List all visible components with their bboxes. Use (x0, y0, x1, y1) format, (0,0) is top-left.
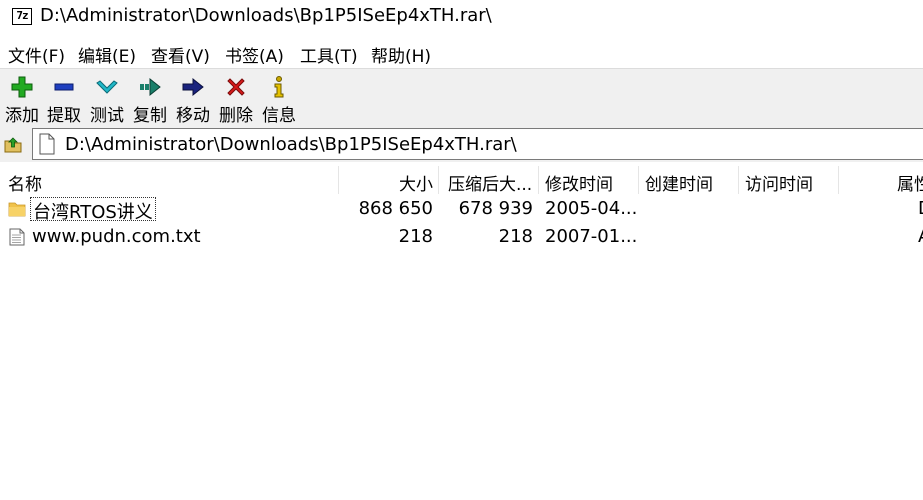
column-header-packed-size[interactable]: 压缩后大... (448, 170, 532, 195)
toolbar: 添加 提取 测试 复制 移动 删除 信息 (0, 68, 923, 126)
extract-label: 提取 (47, 106, 81, 126)
column-header-attributes[interactable]: 属性 (897, 170, 923, 195)
column-header-row: 名称 大小 压缩后大... 修改时间 创建时间 访问时间 属性 (0, 164, 923, 196)
column-header-size[interactable]: 大小 (340, 170, 433, 195)
copy-label: 复制 (133, 106, 167, 126)
file-name: 台湾RTOS讲义 (33, 202, 153, 223)
info-icon (274, 76, 284, 98)
column-header-accessed[interactable]: 访问时间 (745, 170, 813, 195)
column-divider[interactable] (838, 166, 839, 194)
delete-button[interactable]: 删除 (216, 69, 256, 127)
table-row[interactable]: www.pudn.com.txt 218 218 2007-01... A (0, 224, 923, 250)
address-path: D:\Administrator\Downloads\Bp1P5ISeEp4xT… (65, 134, 517, 155)
plus-icon (11, 76, 33, 98)
column-header-name[interactable]: 名称 (8, 170, 42, 195)
extract-button[interactable]: 提取 (44, 69, 84, 127)
file-packed-size: 678 939 (458, 198, 533, 219)
address-bar: D:\Administrator\Downloads\Bp1P5ISeEp4xT… (0, 126, 923, 162)
text-file-icon (9, 228, 25, 246)
file-modified: 2007-01... (545, 226, 638, 247)
window-title: D:\Administrator\Downloads\Bp1P5ISeEp4xT… (40, 5, 492, 26)
file-name: www.pudn.com.txt (32, 226, 201, 247)
move-label: 移动 (176, 106, 210, 126)
file-packed-size: 218 (498, 226, 533, 247)
menu-bookmarks[interactable]: 书签(A) (225, 42, 284, 67)
title-bar: 7z D:\Administrator\Downloads\Bp1P5ISeEp… (0, 0, 923, 34)
menu-tools[interactable]: 工具(T) (300, 42, 358, 67)
menu-file[interactable]: 文件(F) (8, 42, 65, 67)
delete-icon (227, 78, 245, 96)
file-attributes: A (918, 226, 923, 247)
column-divider[interactable] (638, 166, 639, 194)
info-button[interactable]: 信息 (259, 69, 299, 127)
add-label: 添加 (5, 106, 39, 126)
folder-icon (8, 202, 26, 217)
column-divider[interactable] (338, 166, 339, 194)
menu-help[interactable]: 帮助(H) (371, 42, 431, 67)
copy-arrow-icon (140, 77, 161, 97)
app-7zip-icon: 7z (12, 8, 32, 25)
file-icon (39, 133, 55, 155)
column-header-created[interactable]: 创建时间 (645, 170, 713, 195)
focus-rectangle: 台湾RTOS讲义 (30, 197, 156, 223)
file-size: 218 (398, 226, 433, 247)
file-modified: 2005-04... (545, 198, 638, 219)
menu-view[interactable]: 查看(V) (151, 42, 210, 67)
file-size: 868 650 (358, 198, 433, 219)
add-button[interactable]: 添加 (2, 69, 42, 127)
file-attributes: D (918, 198, 923, 219)
column-divider[interactable] (438, 166, 439, 194)
menu-edit[interactable]: 编辑(E) (78, 42, 136, 67)
move-arrow-icon (182, 77, 204, 97)
column-header-modified[interactable]: 修改时间 (545, 170, 613, 195)
menu-bar: 文件(F) 编辑(E) 查看(V) 书签(A) 工具(T) 帮助(H) (0, 34, 923, 68)
copy-button[interactable]: 复制 (130, 69, 170, 127)
table-row[interactable]: 台湾RTOS讲义 868 650 678 939 2005-04... D (0, 196, 923, 223)
address-field[interactable]: D:\Administrator\Downloads\Bp1P5ISeEp4xT… (32, 128, 923, 160)
column-divider[interactable] (738, 166, 739, 194)
folder-up-icon[interactable] (4, 135, 22, 153)
info-label: 信息 (262, 106, 296, 126)
test-label: 测试 (90, 106, 124, 126)
minus-icon (54, 83, 74, 91)
delete-label: 删除 (219, 106, 253, 126)
check-icon (96, 80, 118, 94)
move-button[interactable]: 移动 (173, 69, 213, 127)
column-divider[interactable] (538, 166, 539, 194)
test-button[interactable]: 测试 (87, 69, 127, 127)
